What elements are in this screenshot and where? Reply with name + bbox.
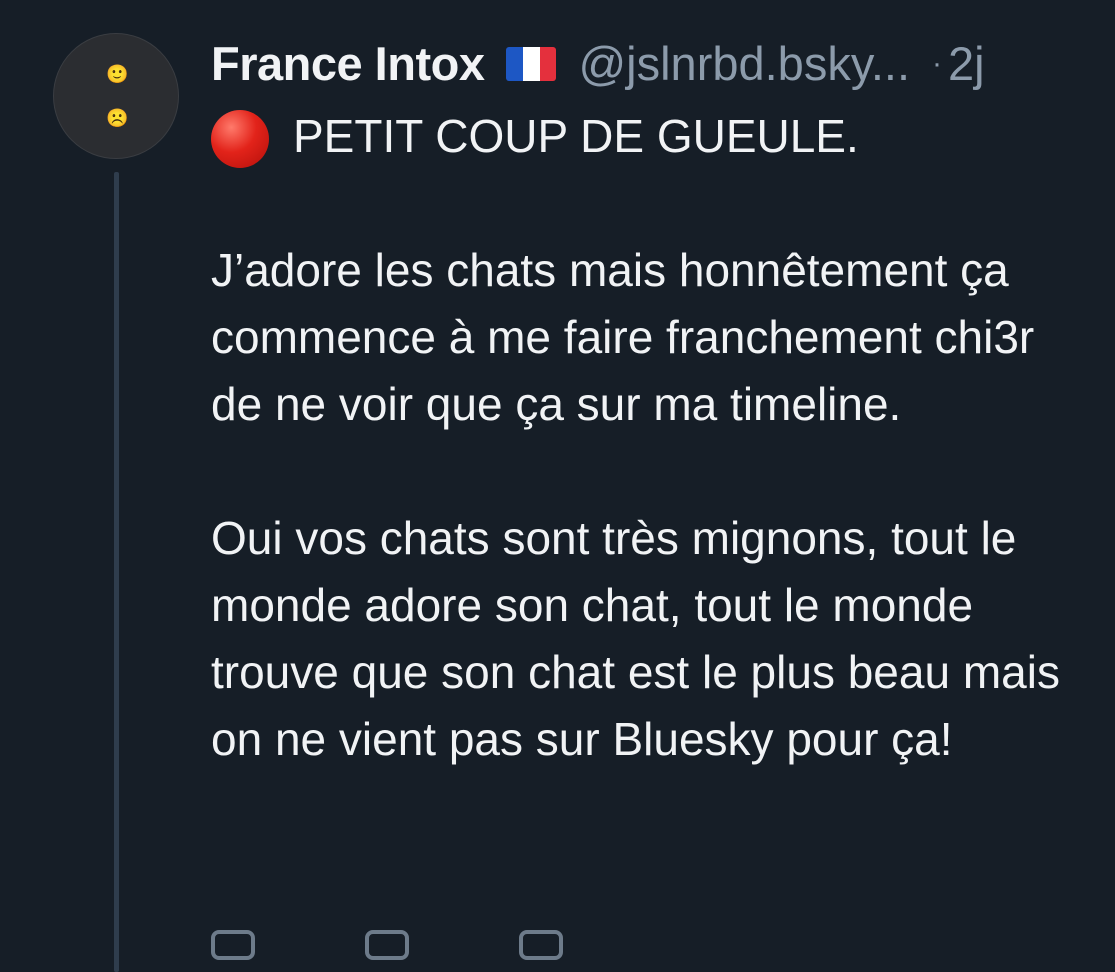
- smile-emoji-icon: 🙂: [106, 64, 129, 85]
- post-header: France Intox @jslnrbd.bsky... · 2j: [211, 36, 1091, 92]
- post-headline: PETIT COUP DE GUEULE.: [293, 110, 859, 162]
- reply-icon[interactable]: [211, 930, 255, 960]
- like-icon[interactable]: [519, 930, 563, 960]
- france-flag-icon: [506, 47, 557, 81]
- separator-dot: ·: [932, 47, 943, 80]
- post-timestamp[interactable]: 2j: [948, 36, 985, 92]
- red-circle-icon: [211, 109, 269, 168]
- post: 🙂 ☹️ France Intox @jslnrbd.bsky... · 2j …: [0, 0, 1115, 972]
- post-text: PETIT COUP DE GUEULE. J’adore les chats …: [211, 103, 1091, 773]
- author-handle[interactable]: @jslnrbd.bsky...: [578, 36, 910, 92]
- post-actions: [211, 930, 563, 960]
- author-display-name[interactable]: France Intox: [211, 36, 485, 92]
- thread-line: [114, 172, 119, 972]
- post-paragraph-2: Oui vos chats sont très mignons, tout le…: [211, 512, 1060, 765]
- avatar[interactable]: 🙂 ☹️: [53, 33, 179, 159]
- frown-emoji-icon: ☹️: [106, 108, 129, 129]
- post-paragraph-1: J’adore les chats mais honnêtement ça co…: [211, 244, 1035, 430]
- repost-icon[interactable]: [365, 930, 409, 960]
